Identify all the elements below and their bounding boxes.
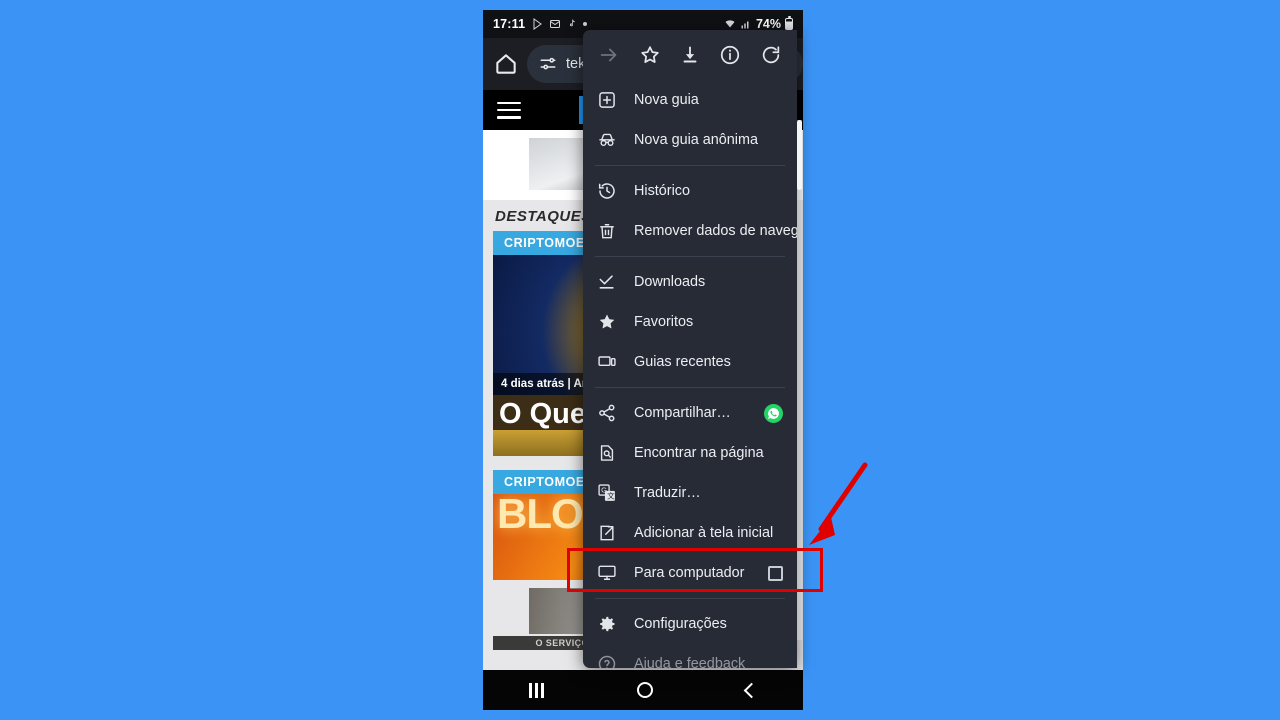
menu-item-clear-browsing-data[interactable]: Remover dados de naveg…: [583, 211, 797, 251]
desktop-site-checkbox[interactable]: [768, 565, 783, 581]
menu-item-share[interactable]: Compartilhar…: [583, 393, 797, 433]
menu-divider: [595, 256, 785, 257]
google-translate-icon: G文: [598, 484, 615, 501]
menu-label: Nova guia: [634, 92, 699, 108]
menu-item-settings[interactable]: Configurações: [583, 604, 797, 644]
download-icon[interactable]: [679, 44, 701, 66]
android-nav-bar: [483, 670, 803, 710]
svg-text:文: 文: [607, 491, 615, 501]
menu-item-find-in-page[interactable]: Encontrar na página: [583, 433, 797, 473]
menu-item-help-and-feedback[interactable]: Ajuda e feedback: [583, 644, 797, 668]
menu-item-recent-tabs[interactable]: Guias recentes: [583, 342, 797, 382]
status-clock: 17:11: [493, 17, 526, 31]
article-headline-fragment: BLO: [497, 493, 584, 537]
menu-label: Remover dados de naveg…: [634, 223, 797, 239]
reload-icon[interactable]: [760, 44, 782, 66]
menu-divider: [595, 165, 785, 166]
menu-icon-row: [583, 30, 797, 80]
whatsapp-icon[interactable]: [764, 403, 783, 423]
home-circle-icon[interactable]: [636, 682, 653, 698]
incognito-icon: [599, 133, 615, 147]
status-notification-icons: [532, 18, 588, 30]
menu-label: Traduzir…: [634, 485, 701, 501]
menu-item-new-tab[interactable]: Nova guia: [583, 80, 797, 120]
gmail-icon: [550, 20, 561, 28]
menu-item-new-incognito-tab[interactable]: Nova guia anônima: [583, 120, 797, 160]
menu-label: Downloads: [634, 274, 706, 290]
menu-label: Compartilhar…: [634, 405, 731, 421]
menu-item-translate[interactable]: G文 Traduzir…: [583, 473, 797, 513]
help-icon: [598, 655, 616, 668]
forward-arrow-icon[interactable]: [598, 44, 620, 66]
menu-label: Adicionar à tela inicial: [634, 525, 774, 541]
wifi-icon: [725, 20, 735, 28]
menu-label: Favoritos: [634, 314, 694, 330]
back-chevron-icon[interactable]: [743, 682, 759, 698]
menu-label: Configurações: [634, 616, 727, 632]
bookmark-star-icon[interactable]: [639, 44, 661, 66]
hamburger-icon[interactable]: [497, 101, 521, 119]
find-in-page-icon: [600, 445, 614, 461]
menu-item-downloads[interactable]: Downloads: [583, 262, 797, 302]
trash-icon: [600, 224, 614, 239]
menu-divider: [595, 598, 785, 599]
status-right-icons: 74%: [724, 16, 793, 31]
dot-icon: [583, 22, 588, 26]
recent-tabs-icon: [598, 356, 616, 367]
menu-item-add-to-home-screen[interactable]: Adicionar à tela inicial: [583, 513, 797, 553]
menu-label: Nova guia anônima: [634, 132, 758, 148]
browser-overflow-menu: Nova guia Nova guia anônima Histórico Re…: [583, 30, 797, 668]
downloads-icon: [599, 275, 614, 289]
play-store-icon: [533, 18, 543, 30]
home-icon[interactable]: [493, 51, 519, 77]
page-info-icon[interactable]: [719, 44, 741, 66]
tiktok-icon: [570, 19, 576, 27]
recents-icon[interactable]: [529, 682, 544, 698]
star-icon: [599, 314, 615, 329]
menu-scrollbar-track: [797, 120, 802, 640]
tune-icon[interactable]: [539, 55, 557, 73]
arrow-annotation: [809, 462, 868, 545]
signal-icon: [741, 21, 749, 29]
menu-label: Histórico: [634, 183, 690, 199]
menu-item-history[interactable]: Histórico: [583, 171, 797, 211]
history-icon: [598, 183, 615, 199]
battery-percent: 74%: [755, 17, 781, 31]
menu-scrollbar-thumb[interactable]: [797, 120, 802, 190]
menu-label: Ajuda e feedback: [634, 656, 746, 668]
menu-item-bookmarks[interactable]: Favoritos: [583, 302, 797, 342]
menu-divider: [595, 387, 785, 388]
share-icon: [599, 404, 615, 422]
desktop-monitor-icon: [598, 565, 616, 580]
menu-item-desktop-site[interactable]: Para computador: [583, 553, 797, 593]
gear-icon: [600, 616, 615, 632]
menu-label: Guias recentes: [634, 354, 731, 370]
new-tab-icon: [599, 92, 615, 108]
menu-label: Para computador: [634, 565, 745, 581]
battery-icon: [785, 16, 793, 30]
menu-label: Encontrar na página: [634, 445, 764, 461]
add-to-home-icon: [600, 525, 614, 541]
